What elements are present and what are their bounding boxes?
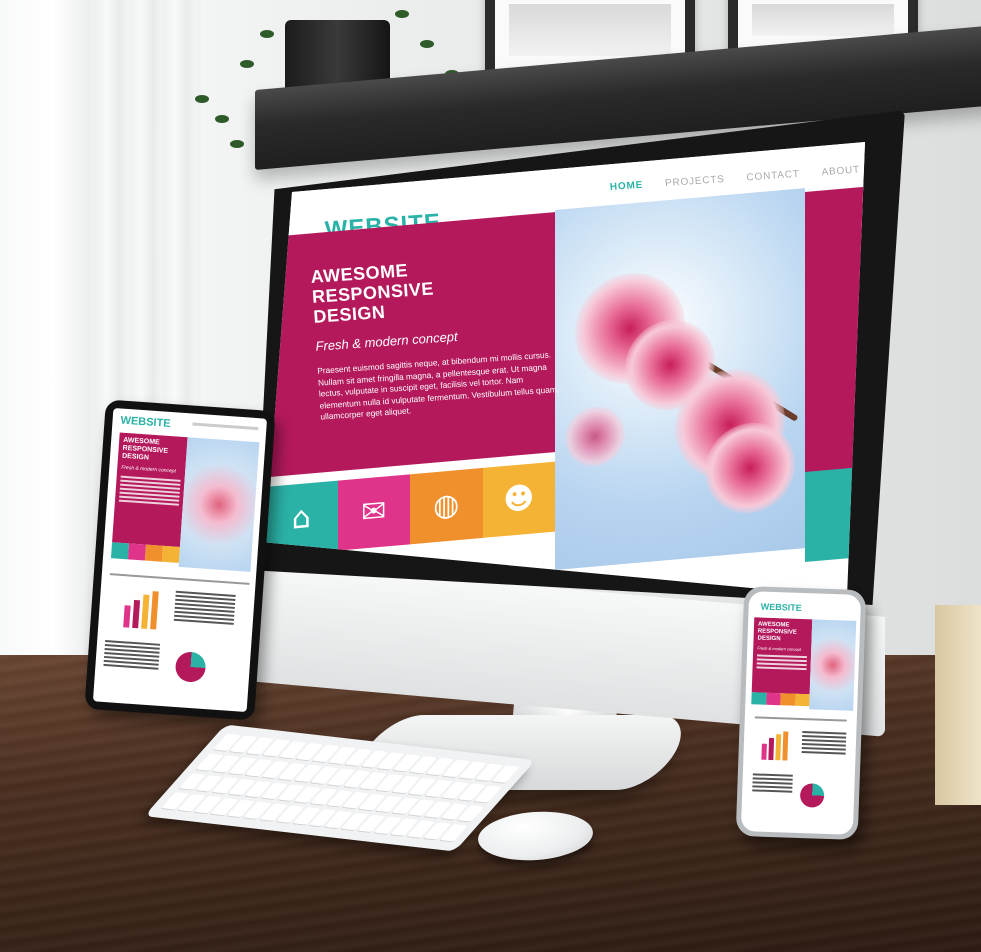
desk-box — [935, 605, 981, 805]
tablet-device: WEBSITE AWESOME RESPONSIVE DESIGN Fresh … — [84, 399, 276, 721]
plant-leaf — [420, 40, 434, 48]
tile-user[interactable]: ☻ — [482, 461, 555, 538]
plant-leaf — [240, 60, 254, 68]
tablet-hero-image — [178, 437, 260, 572]
tablet-nav — [192, 422, 259, 431]
phone-screen: WEBSITE AWESOME RESPONSIVE DESIGN Fresh … — [740, 591, 862, 835]
globe-icon: ◍ — [433, 486, 460, 525]
tablet-site-logo[interactable]: WEBSITE — [120, 415, 171, 430]
tablet-hero-title: AWESOME RESPONSIVE DESIGN — [121, 436, 169, 462]
phone-text-block — [752, 773, 793, 794]
phone-site-logo[interactable]: WEBSITE — [761, 602, 802, 613]
website-page: WEBSITE HOME PROJECTS CONTACT ABOUT AWES… — [265, 142, 865, 597]
window-light — [0, 0, 90, 660]
tablet-pie-graphic — [174, 650, 207, 684]
phone-hero-image — [809, 619, 857, 711]
tablet-hero: AWESOME RESPONSIVE DESIGN Fresh & modern… — [112, 432, 188, 547]
phone-device: WEBSITE AWESOME RESPONSIVE DESIGN Fresh … — [735, 585, 867, 841]
tablet-hero-subtitle: Fresh & modern concept — [121, 464, 177, 475]
plant-leaf — [195, 95, 209, 103]
phone-tiles — [751, 692, 810, 707]
tablet-divider — [109, 573, 250, 585]
phone-text-block — [801, 731, 847, 757]
tablet-bar-graphic — [123, 587, 166, 630]
phone-pie-graphic — [799, 783, 825, 808]
plant-leaf — [395, 10, 409, 18]
plant-leaf — [215, 115, 229, 123]
hero-image — [555, 188, 805, 570]
nav-home[interactable]: HOME — [610, 180, 644, 193]
phone-hero: AWESOME RESPONSIVE DESIGN Fresh & modern… — [751, 617, 813, 695]
home-icon: ⌂ — [291, 499, 311, 537]
user-icon: ☻ — [503, 480, 535, 519]
hero-text: AWESOME RESPONSIVE DESIGN Fresh & modern… — [310, 250, 560, 423]
tablet-text-block — [103, 639, 161, 672]
hero-subtitle: Fresh & modern concept — [315, 328, 459, 354]
tablet-screen: WEBSITE AWESOME RESPONSIVE DESIGN Fresh … — [92, 407, 268, 713]
phone-hero-title: AWESOME RESPONSIVE DESIGN — [757, 621, 797, 643]
tablet-text-block — [173, 590, 236, 627]
tile-mail[interactable]: ✉ — [337, 474, 410, 551]
phone-bar-graphic — [761, 730, 792, 761]
tablet-tiles — [110, 542, 180, 563]
mail-icon: ✉ — [361, 493, 387, 531]
phone-divider — [754, 716, 847, 722]
monitor-screen: WEBSITE HOME PROJECTS CONTACT ABOUT AWES… — [265, 142, 865, 597]
feature-tiles: ⌂ ✉ ◍ ☻ — [265, 461, 555, 557]
phone-hero-subtitle: Fresh & modern concept — [757, 645, 802, 652]
plant-leaf — [230, 140, 244, 148]
tile-globe[interactable]: ◍ — [410, 467, 483, 545]
plant-leaf — [260, 30, 274, 38]
